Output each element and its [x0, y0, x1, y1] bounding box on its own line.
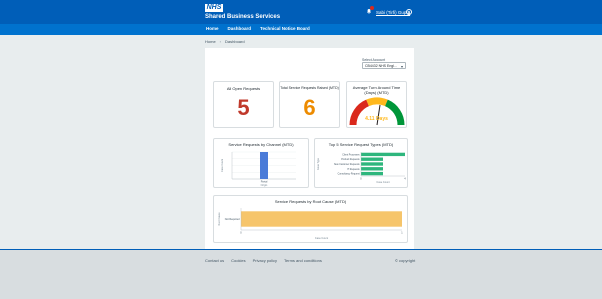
turnaround-value: 4.11 Days: [365, 116, 388, 122]
bar-product-requests: [361, 157, 383, 161]
account-select-value: CB4432 NHS Engl...: [365, 64, 397, 68]
request-types-chart: Issue Type Client Processes Product Reques…: [317, 152, 406, 184]
y-tick-label: IT Requests: [347, 168, 360, 171]
card-open-requests[interactable]: All Open Requests 5: [213, 81, 274, 128]
open-requests-value: 5: [237, 95, 250, 120]
breadcrumb: Home › Dashboard: [205, 39, 245, 44]
card-turnaround[interactable]: Average Turn Around Time (Days) (MTD) 4.…: [346, 81, 407, 128]
y-tick-label: Client Processes: [342, 153, 360, 156]
y-tick-label: Consultancy Request: [338, 173, 360, 176]
x-tick-label: 0: [360, 178, 362, 181]
nav-technical-notice-board[interactable]: Technical Notice Board: [260, 26, 310, 31]
x-axis-label: Case Count: [315, 237, 329, 240]
bar-client-processes: [361, 152, 405, 157]
main-nav: Home Dashboard Technical Notice Board: [206, 26, 310, 31]
footer-link-cookies[interactable]: Cookies: [231, 258, 245, 263]
chevron-down-icon: ▾: [400, 63, 403, 69]
footer-link-contact[interactable]: Contact us: [205, 258, 224, 263]
x-axis-label: Origin: [261, 184, 268, 187]
card-title: All Open Requests: [226, 86, 261, 91]
bar-consultancy-request: [361, 171, 383, 176]
y-axis-label: Root Cause: [218, 212, 221, 226]
brand[interactable]: NHS Shared Business Services: [205, 4, 280, 20]
dashboard-panel: Select Account CB4432 NHS Engl... ▾ All …: [205, 48, 414, 249]
y-tick-label: Not Required: [225, 218, 240, 221]
nav-bar: Home Dashboard Technical Notice Board: [0, 24, 602, 35]
footer-link-terms[interactable]: Terms and conditions: [284, 258, 322, 263]
footer: Contact us Cookies Privacy policy Terms …: [0, 250, 602, 299]
channel-chart: Case CountPortalOrigin: [221, 151, 296, 187]
brand-name: Shared Business Services: [205, 14, 281, 20]
footer-link-privacy[interactable]: Privacy policy: [253, 258, 277, 263]
y-axis-label: Issue Type: [317, 157, 320, 170]
notification-badge: [370, 6, 374, 10]
chart-card-channel: Service Requests by Channel (MTD) Case C…: [213, 138, 309, 188]
nav-home[interactable]: Home: [206, 26, 219, 31]
header: NHS Shared Business Services Sabi (Tirfi…: [0, 0, 602, 35]
card-requests-raised[interactable]: Total Service Requests Raised (MTD) 6: [279, 81, 340, 128]
y-tick-label: New Customer Requests: [334, 163, 360, 166]
bar-it-requests: [361, 167, 383, 171]
user-icon[interactable]: [406, 9, 412, 15]
x-axis-label: Case Count: [376, 181, 390, 184]
breadcrumb-separator: ›: [219, 39, 222, 44]
bar-not-required: [241, 211, 402, 227]
nav-dashboard[interactable]: Dashboard: [228, 26, 252, 31]
copyright: © copyright: [395, 258, 416, 263]
root-cause-chart: Root Cause Not Required 0 1 Case Count: [218, 208, 403, 240]
bar-new-customer-requests: [361, 162, 383, 166]
footer-links: Contact us Cookies Privacy policy Terms …: [205, 258, 322, 263]
account-select[interactable]: CB4432 NHS Engl... ▾: [362, 62, 406, 69]
chart-card-top5: Top 5 Service Request Types (MTD) Issue …: [314, 138, 408, 188]
nhs-logo: NHS: [205, 4, 223, 12]
requests-raised-value: 6: [303, 95, 316, 120]
breadcrumb-current: Dashboard: [225, 39, 245, 44]
x-tick-label: 4: [404, 178, 406, 181]
breadcrumb-home[interactable]: Home: [205, 39, 216, 44]
bar-portal: [260, 152, 268, 179]
y-tick-label: Product Requests: [341, 158, 360, 161]
user-name-link[interactable]: Sabi (Tirfi) Gupta: [376, 10, 410, 15]
y-axis-label: Case Count: [221, 159, 224, 173]
x-tick-label: 1: [401, 232, 403, 235]
card-title: Total Service Requests Raised (MTD): [280, 86, 339, 90]
chart-card-root-cause: Service Requests by Root Cause (MTD) Roo…: [213, 195, 408, 243]
x-tick-label: 0: [240, 232, 242, 235]
